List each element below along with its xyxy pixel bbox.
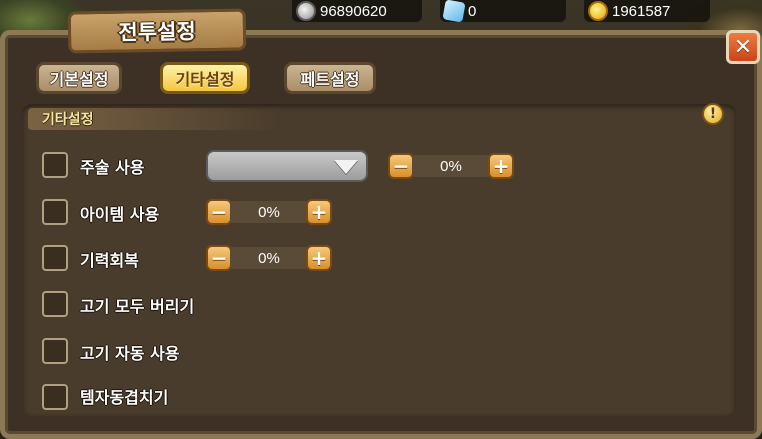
stamina-value: 0%	[230, 247, 308, 269]
stamina-increase-button[interactable]: +	[306, 245, 332, 271]
item-value: 0%	[230, 201, 308, 223]
tab-pet-settings[interactable]: 페트설정	[284, 62, 376, 94]
spell-use-label: 주술 사용	[80, 158, 145, 177]
silver-currency: 96890620	[292, 0, 422, 22]
silver-coin-icon	[296, 1, 316, 21]
auto-stack-checkbox[interactable]	[42, 384, 68, 410]
auto-meat-checkbox[interactable]	[42, 338, 68, 364]
stamina-recovery-checkbox[interactable]	[42, 245, 68, 271]
gem-currency: 0	[440, 0, 566, 23]
section-title: 기타설정	[42, 112, 94, 128]
auto-meat-label: 고기 자동 사용	[80, 344, 180, 363]
item-use-checkbox[interactable]	[42, 199, 68, 225]
gold-coin-icon	[588, 1, 608, 21]
spell-value: 0%	[412, 155, 490, 177]
item-decrease-button[interactable]: −	[206, 199, 232, 225]
auto-stack-label: 템자동겹치기	[80, 388, 169, 407]
panel-title: 전투설정	[67, 8, 247, 54]
spell-decrease-button[interactable]: −	[388, 153, 414, 179]
item-increase-button[interactable]: +	[306, 199, 332, 225]
chevron-down-icon	[334, 160, 358, 174]
gold-amount: 1961587	[612, 2, 671, 20]
gold-currency: 1961587	[584, 0, 710, 22]
discard-meat-label: 고기 모두 버리기	[80, 297, 195, 316]
stamina-decrease-button[interactable]: −	[206, 245, 232, 271]
info-icon[interactable]: !	[702, 103, 724, 125]
tab-basic-settings[interactable]: 기본설정	[36, 62, 122, 94]
spell-use-checkbox[interactable]	[42, 152, 68, 178]
item-use-label: 아이템 사용	[80, 205, 160, 224]
discard-meat-checkbox[interactable]	[42, 291, 68, 317]
gem-icon	[442, 0, 466, 23]
spell-select-dropdown[interactable]	[206, 150, 368, 182]
tab-other-settings[interactable]: 기타설정	[160, 62, 250, 94]
gem-amount: 0	[468, 2, 477, 20]
stamina-recovery-label: 기력회복	[80, 251, 139, 270]
close-button[interactable]: ✕	[726, 30, 760, 64]
spell-increase-button[interactable]: +	[488, 153, 514, 179]
silver-amount: 96890620	[320, 2, 387, 20]
